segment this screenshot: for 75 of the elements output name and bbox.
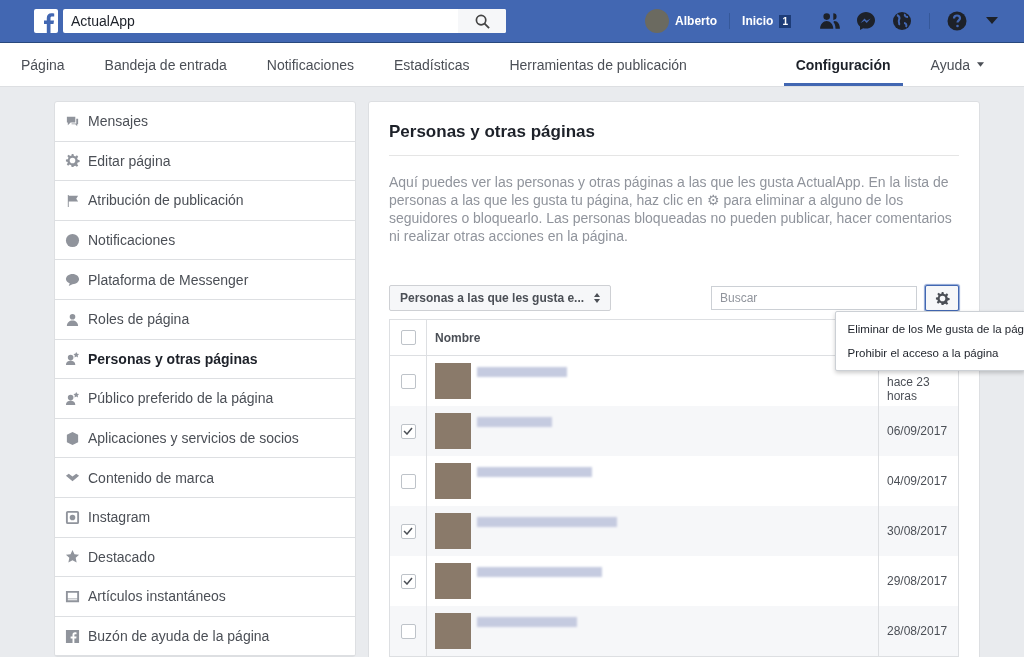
search-field[interactable]: Buscar <box>711 286 917 310</box>
row-checkbox[interactable] <box>400 523 416 539</box>
row-checkbox[interactable] <box>400 373 416 389</box>
description-text: Aquí puedes ver las personas y otras páginas a las que les gusta ActualApp. En la lista de personas a las que les gusta tu página, haz clic en ⚙ para eliminar a alguno de los seguidores o bloquearlo. Las personas bloqueadas no pueden publicar, hacer comentarios ni realizar otras acciones en la página. <box>389 173 953 245</box>
page-tab[interactable]: Bandeja de entrada <box>104 43 227 86</box>
date-text: 28/08/2017 <box>886 624 949 638</box>
friends-icon[interactable] <box>819 11 841 31</box>
date-text: 04/09/2017 <box>886 474 949 488</box>
row-checkbox[interactable] <box>400 573 416 589</box>
cube-icon <box>65 430 80 446</box>
caret-icon[interactable] <box>986 17 998 25</box>
up-down-caret-icon <box>594 293 601 303</box>
photo-placeholder <box>435 613 471 649</box>
search-value: ActualApp <box>70 13 135 29</box>
camera-icon <box>65 509 80 525</box>
home-link[interactable]: Inicio <box>742 14 774 28</box>
messenger-icon[interactable] <box>855 11 877 31</box>
person-icon <box>65 311 80 327</box>
sidebar-item[interactable]: Editar página <box>55 141 355 182</box>
sidebar-item[interactable]: Público preferido de la página <box>55 379 355 419</box>
photo-placeholder <box>435 463 471 499</box>
checkmark-icon <box>403 527 413 536</box>
sidebar-item[interactable]: Plataforma de Messenger <box>55 260 355 300</box>
star-icon <box>65 549 80 565</box>
flag-icon <box>65 193 80 208</box>
row-checkbox[interactable] <box>400 473 416 489</box>
sidebar-item[interactable]: Destacado <box>55 537 355 578</box>
checkmark-icon <box>403 577 413 586</box>
photo-placeholder <box>435 363 471 399</box>
search-field[interactable]: ActualApp <box>63 9 506 33</box>
date-text: hace 23 horas <box>886 374 931 403</box>
sidebar-item[interactable]: Personas y otras páginas <box>55 339 355 380</box>
help-icon[interactable] <box>946 11 968 31</box>
page-tab[interactable]: Herramientas de publicación <box>509 43 687 86</box>
sidebar-item[interactable]: Notificaciones <box>55 220 355 261</box>
photo-placeholder <box>435 563 471 599</box>
page-tab[interactable]: Notificaciones <box>266 43 354 86</box>
sidebar-item[interactable]: Contenido de marca <box>55 458 355 498</box>
search-button[interactable] <box>458 9 506 33</box>
page-tab[interactable]: Ayuda <box>930 43 984 86</box>
sidebar-item[interactable]: Buzón de ayuda de la página <box>55 616 355 657</box>
sidebar-item[interactable]: Atribución de publicación <box>55 181 355 221</box>
photo-placeholder <box>435 413 471 449</box>
page-tab[interactable]: Configuración <box>783 43 903 86</box>
photo-placeholder <box>435 513 471 549</box>
sidebar-item[interactable]: Instagram <box>55 497 355 538</box>
filter-dropdown[interactable]: Personas a las que les gusta e... <box>389 285 612 311</box>
date-text: 06/09/2017 <box>886 424 949 438</box>
person-star-icon <box>65 351 80 367</box>
select-all-checkbox[interactable] <box>400 330 416 346</box>
profile-link[interactable]: Alberto <box>675 14 718 28</box>
gear-icon <box>65 153 80 169</box>
sidebar-item[interactable]: Mensajes <box>55 102 355 142</box>
f-logo-icon[interactable] <box>34 9 58 33</box>
home-count: 1 <box>779 14 791 28</box>
sidebar-item[interactable]: Artículos instantáneos <box>55 577 355 617</box>
row-checkbox[interactable] <box>400 423 416 439</box>
sidebar-item[interactable]: Roles de página <box>55 299 355 340</box>
menu-item[interactable]: Eliminar de los Me gusta de la pág <box>835 317 1024 341</box>
row-checkbox[interactable] <box>400 623 416 639</box>
date-text: 30/08/2017 <box>886 524 949 538</box>
menu-item[interactable]: Prohibir el acceso a la página <box>835 341 1024 365</box>
sidebar-item[interactable]: Aplicaciones y servicios de socios <box>55 418 355 459</box>
page-tab[interactable]: Estadísticas <box>393 43 470 86</box>
settings-button[interactable] <box>925 285 959 311</box>
bubble-icon <box>65 272 80 288</box>
checkmark-icon <box>403 427 413 436</box>
page-tab[interactable]: Página <box>21 43 65 86</box>
article-icon <box>65 588 80 604</box>
date-text: 29/08/2017 <box>886 574 949 588</box>
settings-icon <box>934 290 950 306</box>
search-icon <box>474 13 490 29</box>
f-icon <box>65 628 80 644</box>
section-title: Personas y otras páginas <box>389 122 959 156</box>
person-star-icon <box>65 390 80 406</box>
